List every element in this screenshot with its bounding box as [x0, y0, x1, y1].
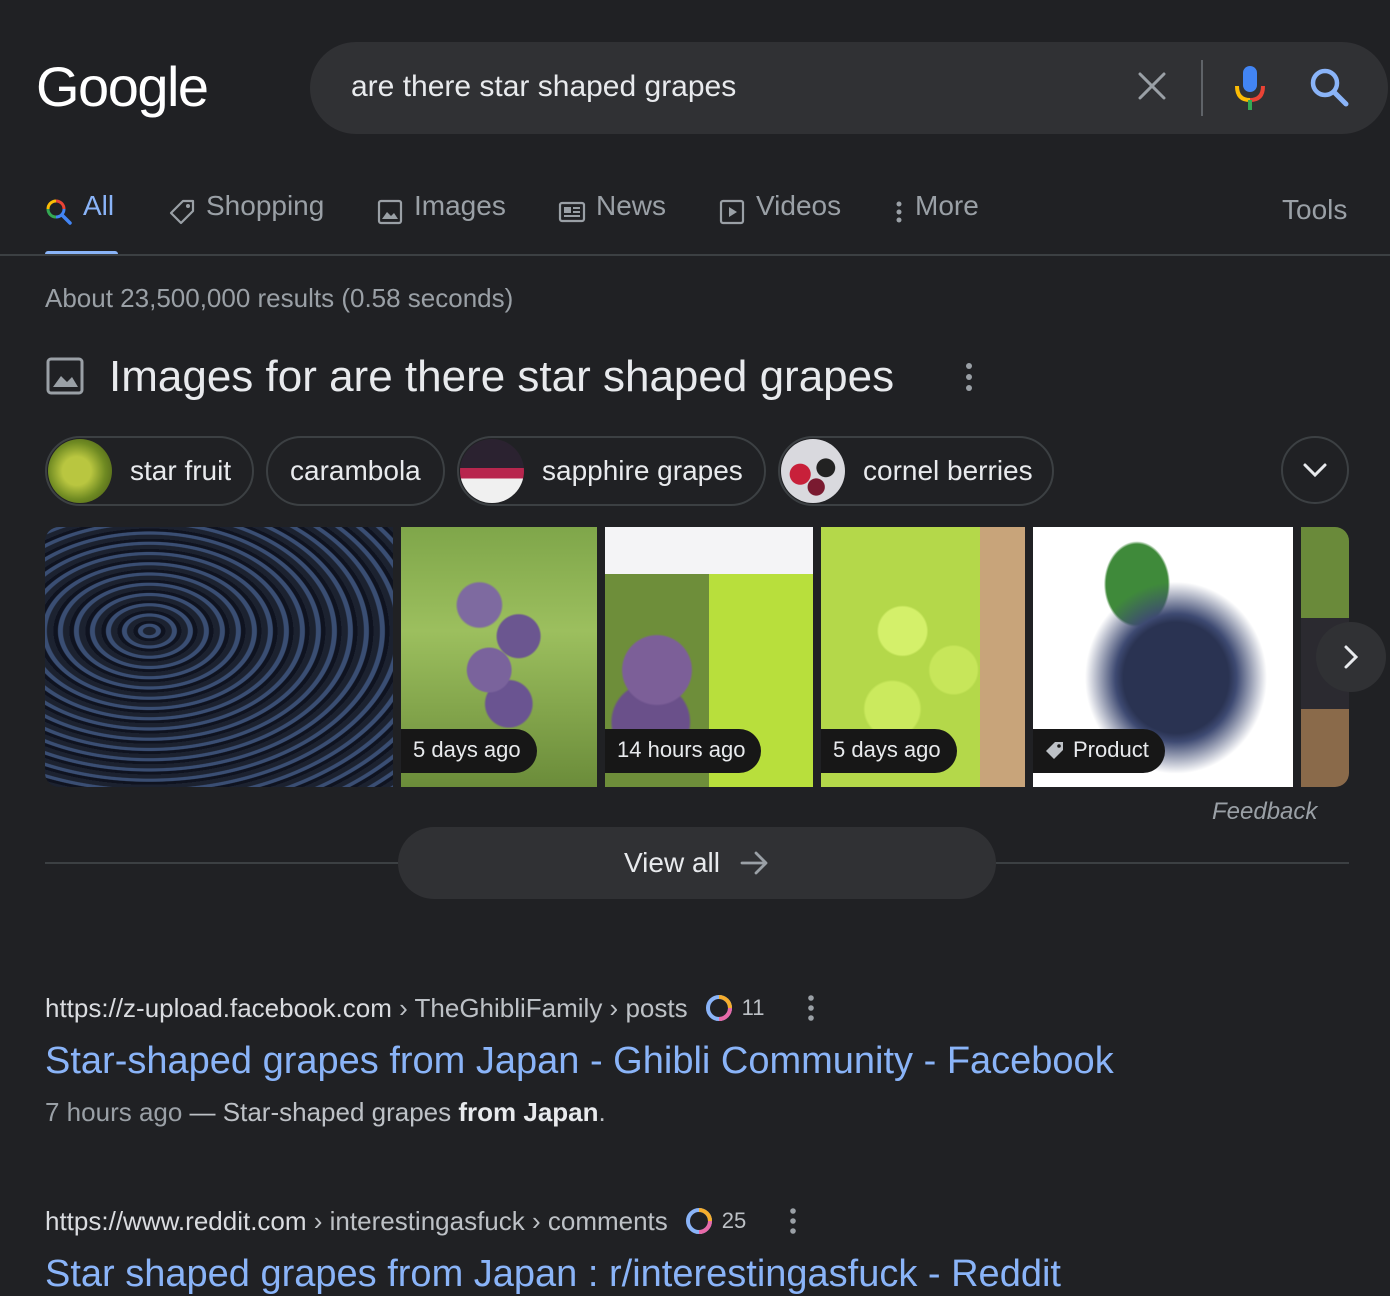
result-host: https://z-upload.facebook.com [45, 992, 392, 1023]
chevron-right-icon [1344, 645, 1359, 669]
search-icon [46, 199, 72, 225]
search-box[interactable]: are there star shaped grapes [310, 42, 1388, 134]
tab-label: Shopping [206, 190, 325, 221]
more-options-icon[interactable] [963, 362, 975, 392]
tab-label: Videos [756, 190, 842, 221]
tag-icon [1046, 742, 1063, 759]
result-host: https://www.reddit.com [45, 1205, 307, 1236]
tag-icon [169, 199, 195, 225]
chip-star-fruit[interactable]: star fruit [45, 436, 254, 506]
image-result[interactable]: 14 hours ago [605, 527, 813, 787]
search-divider [1201, 60, 1203, 116]
more-options-icon[interactable] [806, 994, 816, 1022]
result-stats: About 23,500,000 results (0.58 seconds) [45, 283, 514, 313]
tabs-divider [0, 254, 1390, 256]
tab-all[interactable]: All [45, 190, 118, 256]
play-icon [719, 199, 745, 225]
tools-button[interactable]: Tools [1282, 194, 1347, 226]
expand-chips-button[interactable] [1281, 436, 1349, 504]
chip-label: cornel berries [863, 455, 1033, 486]
chip-label: sapphire grapes [542, 455, 743, 486]
feedback-link[interactable]: Feedback [1212, 798, 1317, 826]
more-options-icon[interactable] [788, 1207, 798, 1235]
result-count: 25 [721, 1208, 747, 1233]
result-count: 11 [741, 995, 765, 1020]
arrow-right-icon [740, 851, 768, 875]
image-icon [377, 199, 403, 225]
result-snippet: 7 hours ago — Star-shaped grapes from Ja… [45, 1097, 1114, 1128]
image-badge: 5 days ago [821, 729, 957, 773]
tab-images[interactable]: Images [376, 190, 506, 256]
result-path: › TheGhibliFamily › posts [391, 992, 688, 1023]
result-date: 7 hours ago [45, 1097, 183, 1127]
image-badge: 14 hours ago [605, 729, 762, 773]
close-icon[interactable] [1136, 70, 1168, 102]
chip-label: carambola [290, 455, 421, 486]
search-icon[interactable] [1308, 66, 1350, 108]
image-icon [46, 357, 84, 395]
tab-label: More [915, 190, 979, 221]
chip-thumbnail [460, 439, 524, 503]
image-result[interactable] [45, 527, 393, 787]
image-badge: Product [1033, 729, 1165, 773]
search-input[interactable]: are there star shaped grapes [351, 70, 736, 104]
chip-label: star fruit [130, 455, 232, 486]
tab-label: Images [414, 190, 506, 221]
search-result: https://www.reddit.com › interestingasfu… [45, 1203, 1061, 1296]
microphone-icon[interactable] [1232, 64, 1268, 112]
tab-videos[interactable]: Videos [718, 190, 841, 256]
search-result: https://z-upload.facebook.com › TheGhibl… [45, 990, 1114, 1128]
view-all-button[interactable]: View all [398, 827, 996, 899]
dots-vertical-icon [896, 201, 902, 223]
chip-sapphire-grapes[interactable]: sapphire grapes [457, 436, 766, 506]
tab-label: All [83, 190, 115, 221]
chevron-down-icon [1303, 463, 1327, 478]
image-result[interactable]: 5 days ago [401, 527, 597, 787]
snippet-end: . [598, 1097, 606, 1127]
chip-thumbnail [48, 439, 112, 503]
image-result[interactable]: 5 days ago [821, 527, 1025, 787]
tab-more[interactable]: More [893, 190, 979, 256]
chip-thumbnail [781, 439, 845, 503]
images-section-title[interactable]: Images for are there star shaped grapes [109, 352, 894, 402]
result-title-link[interactable]: Star-shaped grapes from Japan - Ghibli C… [45, 1040, 1114, 1083]
image-badge: 5 days ago [401, 729, 537, 773]
badge-label: Product [1073, 737, 1149, 762]
chip-carambola[interactable]: carambola [266, 436, 445, 506]
snippet-bold: from Japan [458, 1097, 599, 1127]
result-breadcrumb[interactable]: https://www.reddit.com › interestingasfu… [45, 1203, 1061, 1239]
google-logo[interactable]: Google [36, 54, 209, 119]
tab-label: News [596, 190, 667, 221]
ring-icon [705, 995, 732, 1021]
newspaper-icon [558, 201, 586, 223]
next-images-button[interactable] [1316, 622, 1386, 692]
chip-cornel-berries[interactable]: cornel berries [778, 436, 1054, 506]
snippet-dash: — [182, 1097, 223, 1127]
ring-icon [685, 1208, 712, 1234]
tab-shopping[interactable]: Shopping [168, 190, 324, 256]
result-title-link[interactable]: Star shaped grapes from Japan : r/intere… [45, 1253, 1061, 1296]
result-path: › interestingasfuck › comments [306, 1205, 668, 1236]
snippet-text: Star-shaped grapes [222, 1097, 459, 1127]
image-result[interactable]: Product [1033, 527, 1293, 787]
result-breadcrumb[interactable]: https://z-upload.facebook.com › TheGhibl… [45, 990, 1114, 1026]
tab-news[interactable]: News [558, 190, 666, 256]
view-all-label: View all [624, 847, 720, 878]
